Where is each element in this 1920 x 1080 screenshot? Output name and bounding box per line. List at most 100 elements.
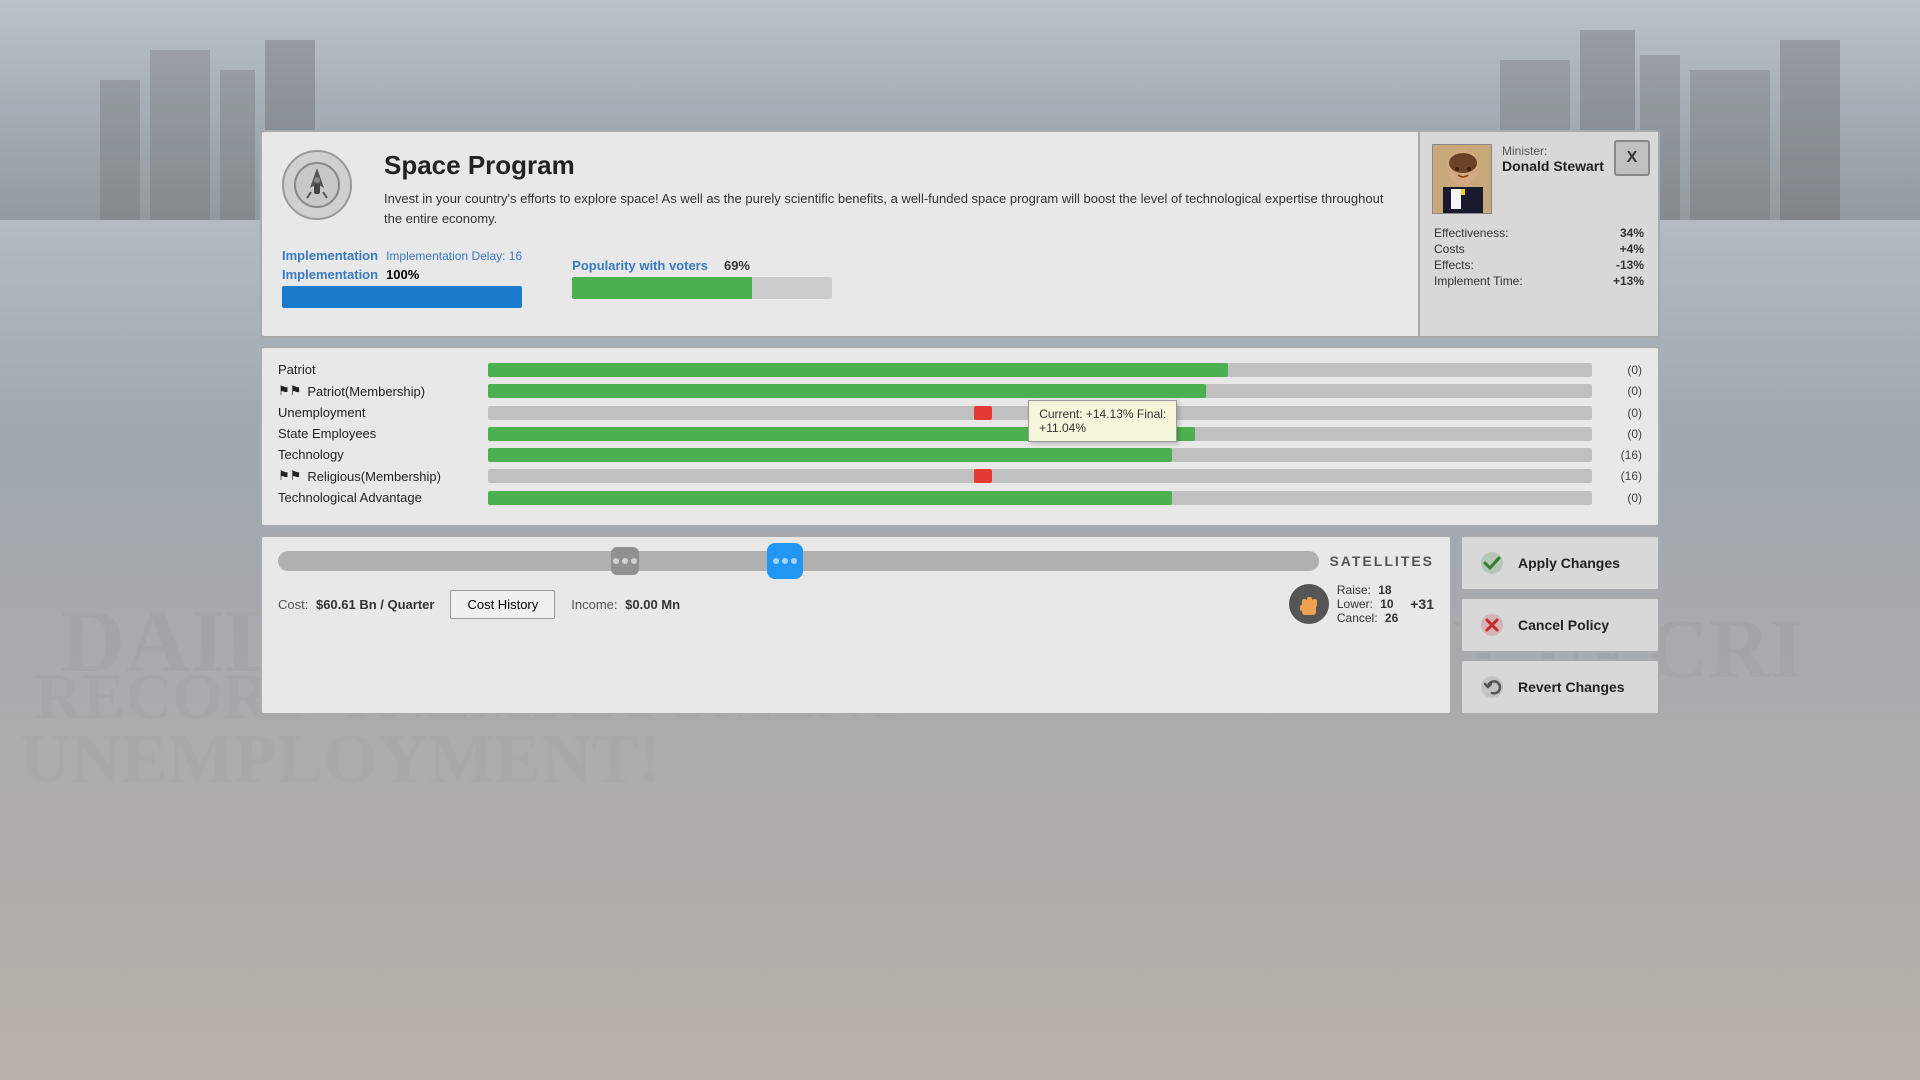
effects-value: -13% (1590, 258, 1644, 272)
costs-label: Costs (1434, 242, 1588, 256)
slider-fill-tech-advantage (488, 491, 1172, 505)
effects-row: Effects: -13% (1434, 258, 1644, 272)
policy-info: Space Program Invest in your country's e… (262, 132, 1418, 336)
popularity-bar-container (572, 277, 832, 299)
raise-label: Raise: (1337, 583, 1371, 597)
popularity-label: Popularity with voters (572, 258, 708, 273)
implementation-delay: Implementation Delay: 16 (386, 249, 522, 263)
bottom-panel: SATELLITES Cost: $60.61 Bn / Quarter Cos… (260, 535, 1660, 715)
implementation-label: Implementation (282, 248, 378, 263)
slider-label-technology: Technology (278, 447, 478, 462)
minister-avatar (1433, 145, 1492, 214)
policy-description: Invest in your country's efforts to expl… (384, 189, 1398, 228)
cost-label: Cost: (278, 597, 308, 612)
satellite-control-panel: SATELLITES Cost: $60.61 Bn / Quarter Cos… (260, 535, 1452, 715)
raise-stat: Raise: 18 (1337, 583, 1398, 597)
slider-fill-patriot (488, 363, 1228, 377)
implementation-progress: Implementation Implementation Delay: 16 … (282, 248, 522, 308)
implement-time-value: +13% (1590, 274, 1644, 288)
sliders-panel: Patriot (0) ⚑⚑ Patriot(Membership) (0) U… (260, 346, 1660, 527)
cost-item: Cost: $60.61 Bn / Quarter (278, 597, 434, 612)
newspaper-text-sub: UNEMPLOYMENT! (20, 720, 662, 800)
rocket-icon (292, 160, 342, 210)
people-icon-religious: ⚑⚑ (278, 468, 301, 484)
slider-label-patriot: Patriot (278, 362, 478, 377)
action-buttons: Apply Changes Cancel Policy (1460, 535, 1660, 715)
lower-label: Lower: (1337, 597, 1373, 611)
apply-changes-button[interactable]: Apply Changes (1460, 535, 1660, 591)
popularity-bar-row: Popularity with voters 69% (572, 258, 832, 273)
x-cancel-icon (1478, 611, 1506, 639)
revert-changes-button[interactable]: Revert Changes (1460, 659, 1660, 715)
effectiveness-row: Effectiveness: 34% (1434, 226, 1644, 240)
vote-stats: Raise: 18 Lower: 10 Cancel: 26 (1337, 583, 1398, 625)
tooltip-line1: Current: +14.13% Final: (1039, 407, 1166, 421)
satellite-label: SATELLITES (1329, 553, 1434, 569)
close-button[interactable]: X (1614, 140, 1650, 176)
slider-fill-technology (488, 448, 1172, 462)
income-item: Income: $0.00 Mn (571, 597, 680, 612)
slider-row-state-employees: State Employees (0) (278, 426, 1642, 441)
implement-time-label: Implement Time: (1434, 274, 1588, 288)
cost-history-button[interactable]: Cost History (450, 590, 555, 619)
minister-details: Minister: Donald Stewart (1502, 144, 1604, 214)
implementation-bar-container (282, 286, 522, 308)
slider-label-tech-advantage: Technological Advantage (278, 490, 478, 505)
slider-track-tech-advantage[interactable] (488, 491, 1592, 505)
costs-value: +4% (1590, 242, 1644, 256)
slider-fill-unemployment (974, 406, 992, 420)
popularity-progress: Popularity with voters 69% (572, 258, 832, 299)
slider-row-religious-membership: ⚑⚑ Religious(Membership) (16) (278, 468, 1642, 484)
satellite-slider-section: SATELLITES (278, 551, 1434, 571)
lower-stat: Lower: 10 (1337, 597, 1398, 611)
top-panel: Space Program Invest in your country's e… (260, 130, 1660, 338)
minister-label: Minister: (1502, 144, 1604, 158)
implementation-bar-row: Implementation 100% (282, 267, 522, 282)
lower-value: 10 (1380, 597, 1393, 611)
cost-value: $60.61 Bn / Quarter (316, 597, 435, 612)
slider-track-patriot[interactable] (488, 363, 1592, 377)
minister-panel: X Mini (1418, 132, 1658, 336)
slider-value-patriot-membership: (0) (1602, 384, 1642, 398)
slider-value-tech-advantage: (0) (1602, 491, 1642, 505)
people-icon-patriot: ⚑⚑ (278, 383, 301, 399)
revert-svg (1480, 675, 1504, 699)
slider-track-patriot-membership[interactable] (488, 384, 1592, 398)
minister-photo (1432, 144, 1492, 214)
slider-track-technology[interactable] (488, 448, 1592, 462)
slider-row-tech-advantage: Technological Advantage (0) (278, 490, 1642, 505)
active-dot-inner (773, 558, 797, 564)
raise-value: 18 (1378, 583, 1391, 597)
slider-value-unemployment: (0) (1602, 406, 1642, 420)
slider-label-patriot-membership: ⚑⚑ Patriot(Membership) (278, 383, 478, 399)
satellite-slider-inactive (611, 547, 639, 575)
slider-value-technology: (16) (1602, 448, 1642, 462)
minister-stats: Effectiveness: 34% Costs +4% Effects: -1… (1432, 224, 1646, 290)
cancel-label: Cancel: (1337, 611, 1378, 625)
slider-fill-religious-membership (974, 469, 992, 483)
policy-icon (282, 150, 352, 220)
satellite-slider-track[interactable] (278, 551, 1319, 571)
unemployment-tooltip: Current: +14.13% Final: +11.04% (1028, 400, 1177, 442)
slider-value-religious-membership: (16) (1602, 469, 1642, 483)
cost-section: Cost: $60.61 Bn / Quarter Cost History I… (278, 583, 1434, 625)
slider-value-patriot: (0) (1602, 363, 1642, 377)
slider-label-state-employees: State Employees (278, 426, 478, 441)
policy-title: Space Program (384, 150, 1398, 181)
effects-label: Effects: (1434, 258, 1588, 272)
slider-row-technology: Technology (16) (278, 447, 1642, 462)
implementation-bar-fill (282, 286, 522, 308)
progress-section: Implementation Implementation Delay: 16 … (282, 238, 1398, 318)
vote-section: Raise: 18 Lower: 10 Cancel: 26 +31 (1289, 583, 1434, 625)
minister-name: Donald Stewart (1502, 158, 1604, 174)
income-label: Income: (571, 597, 617, 612)
tooltip-line2: +11.04% (1039, 421, 1166, 435)
popularity-value: 69% (724, 258, 750, 273)
fist-icon (1289, 584, 1329, 624)
slider-track-religious-membership[interactable] (488, 469, 1592, 483)
inactive-dot (611, 547, 639, 575)
implementation-value: 100% (386, 267, 419, 282)
costs-row: Costs +4% (1434, 242, 1644, 256)
cancel-policy-button[interactable]: Cancel Policy (1460, 597, 1660, 653)
implementation-label2: Implementation (282, 267, 378, 282)
